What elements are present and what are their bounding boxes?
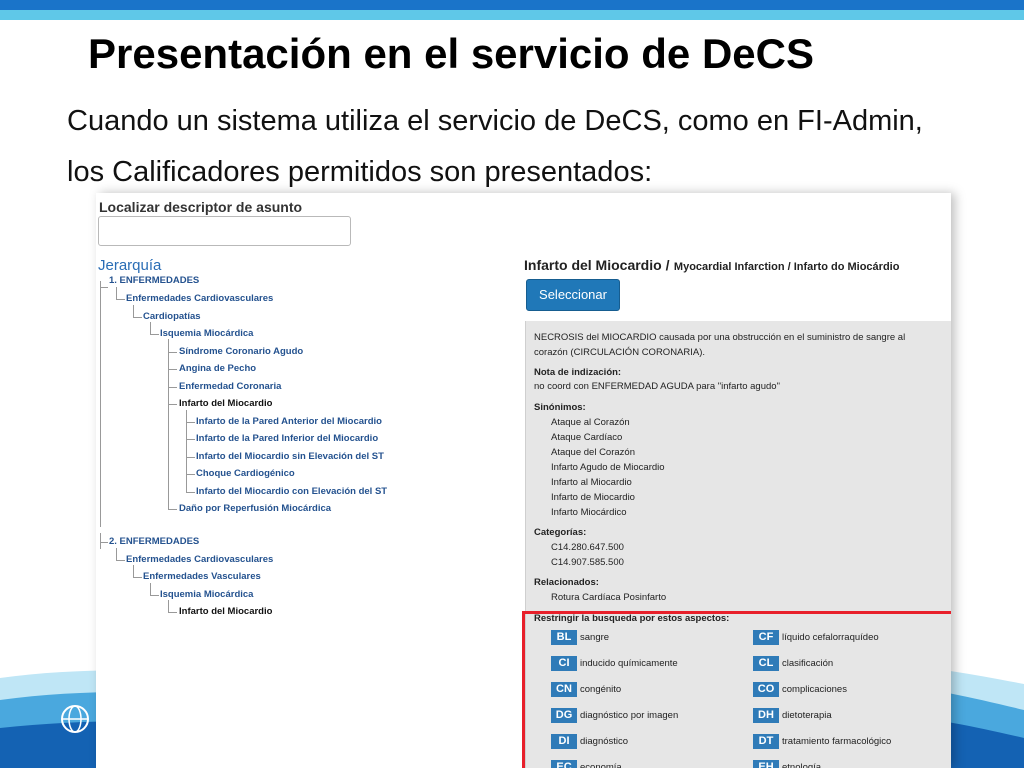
tree-line (116, 548, 117, 560)
descriptor-name: Infarto del Miocardio / (524, 257, 670, 273)
tree-line (168, 339, 169, 509)
tree-node[interactable]: Daño por Reperfusión Miocárdica (179, 503, 331, 515)
top-band-dark (0, 0, 1024, 10)
intro-line-2: los Calificadores permitidos son present… (67, 156, 653, 188)
tree-line (150, 322, 151, 334)
tree-line (116, 299, 125, 300)
hierarchy-title: Jerarquía (98, 257, 162, 274)
synonyms-title: Sinónimos: (534, 402, 586, 413)
tree-node[interactable]: Enfermedades Cardiovasculares (126, 293, 273, 305)
tree-line (133, 317, 142, 318)
tree-line (100, 533, 101, 549)
tree-line (168, 352, 177, 353)
synonym-item: Ataque al Corazón (551, 417, 630, 428)
tree-line (186, 457, 195, 458)
tree-node[interactable]: Infarto de la Pared Anterior del Miocard… (196, 416, 382, 428)
related-title: Relacionados: (534, 577, 599, 588)
category-item: C14.907.585.500 (551, 557, 624, 568)
tree-line (168, 387, 177, 388)
tree-node-current[interactable]: Infarto del Miocardio (179, 398, 272, 410)
globe-logo-icon (61, 705, 89, 733)
definition-line-1: NECROSIS del MIOCARDIO causada por una o… (534, 332, 906, 343)
synonym-item: Infarto Miocárdico (551, 507, 627, 518)
definition-line-2: corazón (CIRCULACIÓN CORONARIA). (534, 347, 706, 358)
related-item: Rotura Cardíaca Posinfarto (551, 592, 667, 603)
tree-line (186, 422, 195, 423)
note-text: no coord con ENFERMEDAD AGUDA para "infa… (534, 381, 780, 392)
top-band (0, 0, 1024, 22)
tree-line (116, 560, 125, 561)
categories-title: Categorías: (534, 527, 587, 538)
tree-line (186, 439, 195, 440)
tree-node[interactable]: 1. ENFERMEDADES (109, 275, 199, 287)
category-item: C14.280.647.500 (551, 542, 624, 553)
tree-line (150, 583, 151, 595)
tree-node[interactable]: Isquemia Miocárdica (160, 328, 253, 340)
tree-node-current[interactable]: Infarto del Miocardio (179, 606, 272, 618)
synonym-item: Ataque del Corazón (551, 447, 635, 458)
tree-line (116, 287, 117, 299)
tree-node[interactable]: Isquemia Miocárdica (160, 589, 253, 601)
tree-line (133, 565, 134, 577)
tree-node[interactable]: Choque Cardiogénico (196, 468, 295, 480)
descriptor-heading: Infarto del Miocardio / Myocardial Infar… (524, 257, 899, 275)
tree-line (100, 287, 108, 288)
tree-node[interactable]: Infarto de la Pared Inferior del Miocard… (196, 433, 378, 445)
tree-node[interactable]: Cardiopatías (143, 311, 201, 323)
tree-line (168, 509, 177, 510)
intro-line-1: Cuando un sistema utiliza el servicio de… (67, 105, 923, 137)
synonym-item: Ataque Cardíaco (551, 432, 623, 443)
tree-node[interactable]: Enfermedades Vasculares (143, 571, 261, 583)
tree-line (150, 595, 159, 596)
tree-node[interactable]: Infarto del Miocardio con Elevación del … (196, 486, 387, 498)
synonym-item: Infarto de Miocardio (551, 492, 635, 503)
tree-line (133, 577, 142, 578)
search-label: Localizar descriptor de asunto (99, 199, 303, 215)
tree-line (168, 369, 177, 370)
tree-line (168, 600, 169, 612)
search-input[interactable] (98, 216, 351, 246)
tree-node[interactable]: Síndrome Coronario Agudo (179, 346, 303, 358)
tree-line (186, 474, 195, 475)
descriptor-alt-names: Myocardial Infarction / Infarto do Miocá… (673, 261, 900, 273)
top-band-light (0, 10, 1024, 20)
tree-line (186, 492, 195, 493)
tree-line (168, 404, 177, 405)
tree-node[interactable]: Enfermedades Cardiovasculares (126, 554, 273, 566)
tree-node[interactable]: Infarto del Miocardio sin Elevación del … (196, 451, 384, 463)
tree-node[interactable]: Enfermedad Coronaria (179, 381, 281, 393)
tree-node[interactable]: Angina de Pecho (179, 363, 256, 375)
qualifiers-highlight-box (522, 611, 951, 768)
tree-line (100, 542, 108, 543)
tree-line (100, 281, 101, 527)
select-button[interactable]: Seleccionar (526, 279, 620, 311)
decs-service-screenshot: Localizar descriptor de asunto Jerarquía… (96, 193, 951, 768)
note-title: Nota de indización: (534, 367, 622, 378)
tree-line (133, 305, 134, 317)
tree-line (150, 334, 159, 335)
synonym-item: Infarto Agudo de Miocardio (551, 462, 665, 473)
tree-line (168, 612, 177, 613)
synonym-item: Infarto al Miocardio (551, 477, 632, 488)
slide-title: Presentación en el servicio de DeCS (88, 30, 814, 77)
tree-node[interactable]: 2. ENFERMEDADES (109, 536, 199, 548)
